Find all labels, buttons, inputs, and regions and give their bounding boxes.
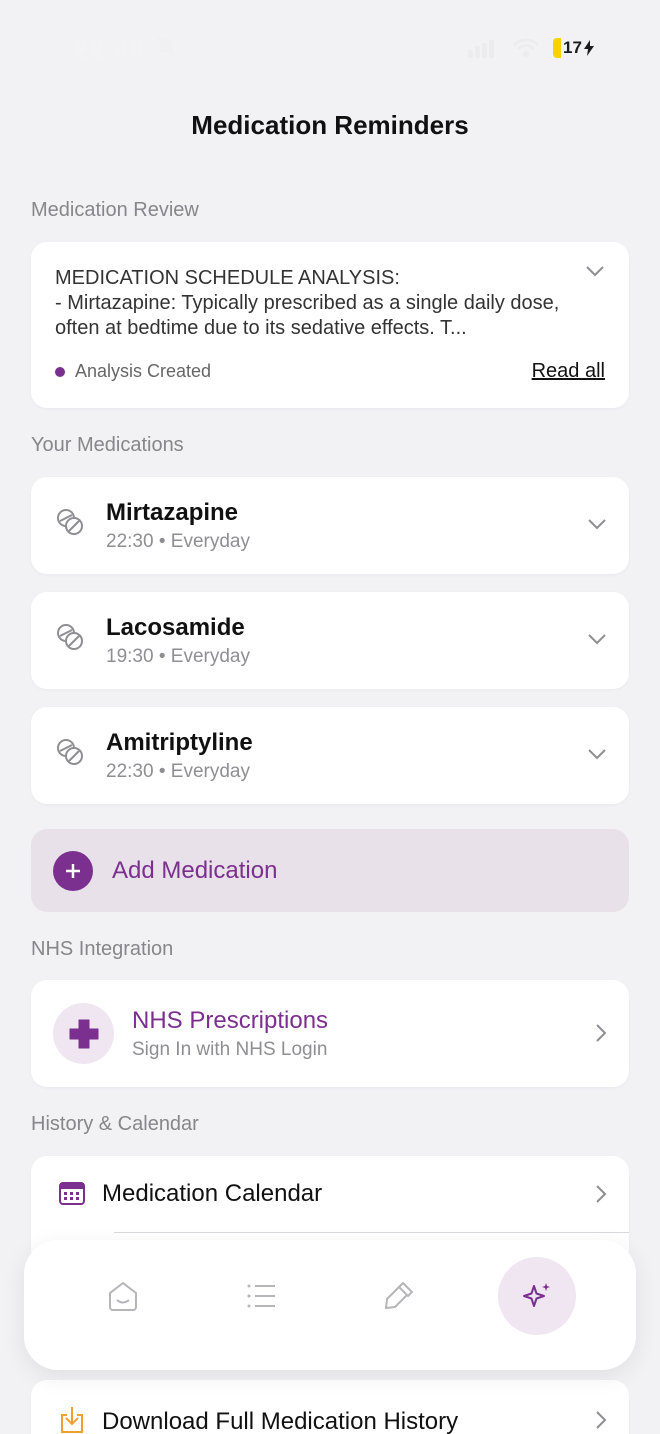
medication-name: Mirtazapine <box>106 499 239 526</box>
nhs-subtitle: Sign In with NHS Login <box>132 1039 328 1060</box>
chevron-down-icon[interactable] <box>587 632 607 650</box>
chevron-down-icon[interactable] <box>587 517 607 535</box>
calendar-label: Medication Calendar <box>102 1180 323 1207</box>
status-bar: 22:48 17 <box>0 0 660 96</box>
chevron-down-icon[interactable] <box>587 747 607 765</box>
medication-schedule: 22:30 • Everyday <box>106 761 250 782</box>
add-medication-button[interactable]: Add Medication <box>31 829 629 912</box>
medication-card-amitriptyline[interactable]: Amitriptyline 22:30 • Everyday <box>31 707 629 804</box>
medical-cross-icon <box>53 1003 114 1064</box>
page-title: Medication Reminders <box>191 110 469 140</box>
section-label-medications: Your Medications <box>31 434 184 456</box>
battery-charging-icon: 17 <box>550 36 599 60</box>
nhs-prescriptions-card[interactable]: NHS Prescriptions Sign In with NHS Login <box>31 980 629 1087</box>
medication-name: Amitriptyline <box>106 729 253 756</box>
nhs-title: NHS Prescriptions <box>132 1007 329 1034</box>
add-medication-label: Add Medication <box>112 856 278 884</box>
chevron-right-icon[interactable] <box>595 1023 607 1048</box>
home-icon[interactable] <box>84 1257 162 1335</box>
status-time: 22:48 <box>74 34 146 64</box>
review-text: MEDICATION SCHEDULE ANALYSIS: - Mirtazap… <box>55 267 560 339</box>
signal-icon <box>468 40 494 63</box>
tab-bar <box>24 1240 636 1370</box>
bell-slash-icon <box>156 36 176 65</box>
calendar-icon <box>59 1180 85 1211</box>
medication-schedule: 22:30 • Everyday <box>106 531 250 552</box>
pipette-icon[interactable] <box>360 1257 438 1335</box>
battery-level: 17 <box>563 38 582 57</box>
medication-schedule: 19:30 • Everyday <box>106 646 250 667</box>
download-label: Download Full Medication History <box>102 1408 459 1434</box>
medication-name: Lacosamide <box>106 614 245 641</box>
divider <box>114 1232 629 1233</box>
wifi-icon <box>512 38 540 63</box>
list-icon[interactable] <box>222 1257 300 1335</box>
plus-icon <box>53 850 93 891</box>
analysis-status: Analysis Created <box>55 361 211 382</box>
review-card[interactable]: MEDICATION SCHEDULE ANALYSIS: - Mirtazap… <box>31 242 629 408</box>
medication-card-lacosamide[interactable]: Lacosamide 19:30 • Everyday <box>31 592 629 689</box>
chevron-right-icon[interactable] <box>595 1410 607 1434</box>
medication-card-mirtazapine[interactable]: Mirtazapine 22:30 • Everyday <box>31 477 629 574</box>
chevron-right-icon[interactable] <box>595 1184 607 1209</box>
chevron-down-icon[interactable] <box>585 264 605 282</box>
sparkles-icon[interactable] <box>498 1257 576 1335</box>
pills-icon <box>55 622 85 657</box>
pills-icon <box>55 507 85 542</box>
download-history-row[interactable]: Download Full Medication History <box>31 1380 629 1434</box>
section-label-review: Medication Review <box>31 199 199 221</box>
section-label-nhs: NHS Integration <box>31 938 174 960</box>
pills-icon <box>55 737 85 772</box>
read-all-link[interactable]: Read all <box>532 360 605 383</box>
section-label-history: History & Calendar <box>31 1113 199 1135</box>
status-text: Analysis Created <box>75 361 212 381</box>
status-dot <box>55 366 65 377</box>
download-icon <box>59 1406 85 1434</box>
